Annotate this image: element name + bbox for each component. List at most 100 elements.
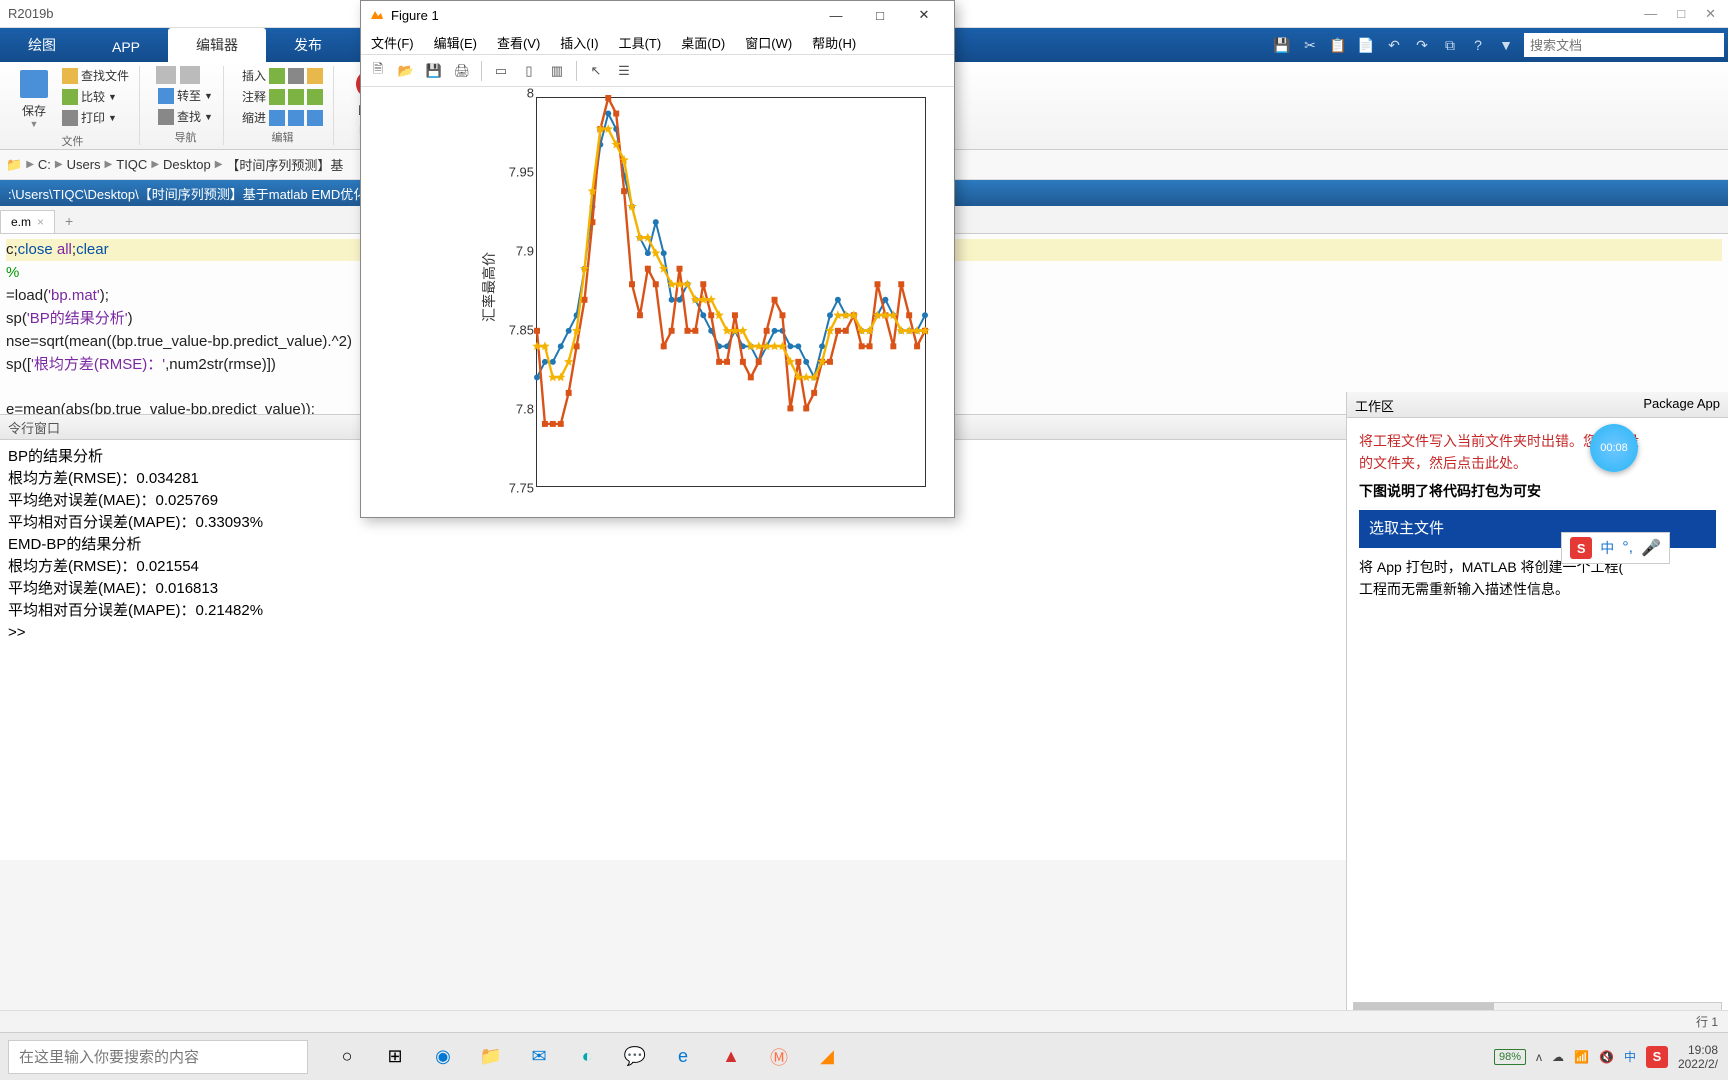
- matlab-task-icon[interactable]: ◢: [812, 1042, 842, 1072]
- redo-icon[interactable]: ↷: [1412, 35, 1432, 55]
- dropdown-icon[interactable]: ▼: [1496, 35, 1516, 55]
- windows-taskbar: 在这里输入你要搜索的内容 ○ ⊞ ◉ 📁 ✉ ◐ 💬 e ▲ Ⓜ ◢ 98% ʌ…: [0, 1032, 1728, 1080]
- group-label: 文件: [62, 133, 84, 149]
- menu-view[interactable]: 查看(V): [487, 29, 550, 54]
- print-figure-icon[interactable]: 🖨: [451, 60, 473, 82]
- volume-icon[interactable]: 🔇: [1599, 1050, 1614, 1064]
- right-pane-tabs: 工作区 Package App: [1347, 392, 1728, 418]
- find-button[interactable]: 查找 ▼: [156, 107, 215, 126]
- cut-icon[interactable]: ✂: [1300, 35, 1320, 55]
- switch-windows-icon[interactable]: ⧉: [1440, 35, 1460, 55]
- status-bar: 行 1: [0, 1010, 1728, 1032]
- close-icon[interactable]: ✕: [1705, 6, 1716, 22]
- tab-package-app[interactable]: Package App: [1643, 396, 1720, 413]
- clock[interactable]: 19:08 2022/2/: [1678, 1043, 1718, 1071]
- path-seg[interactable]: 【时间序列预测】基: [226, 155, 343, 174]
- print-button[interactable]: 打印 ▼: [60, 108, 131, 127]
- ime-sogou-icon[interactable]: S: [1570, 537, 1592, 559]
- path-seg[interactable]: TIQC: [116, 157, 147, 172]
- app-icon-m[interactable]: Ⓜ: [764, 1042, 794, 1072]
- menu-edit[interactable]: 编辑(E): [424, 29, 487, 54]
- figure-titlebar[interactable]: Figure 1 — □ ✕: [361, 1, 954, 29]
- tab-publish[interactable]: 发布: [266, 28, 350, 62]
- section-icon: [307, 68, 323, 84]
- search-docs-input[interactable]: [1524, 33, 1724, 57]
- copy-icon[interactable]: 📋: [1328, 35, 1348, 55]
- menu-file[interactable]: 文件(F): [361, 29, 424, 54]
- file-tab-active[interactable]: e.m ×: [0, 210, 55, 233]
- maximize-icon[interactable]: □: [1677, 6, 1685, 22]
- figure-minimize-button[interactable]: —: [814, 1, 858, 29]
- ime-tray-icon[interactable]: 中: [1624, 1048, 1636, 1065]
- undo-icon[interactable]: ↶: [1384, 35, 1404, 55]
- menu-insert[interactable]: 插入(I): [550, 29, 608, 54]
- cortana-icon[interactable]: ⊞: [380, 1042, 410, 1072]
- app-icon-blue[interactable]: ◐: [572, 1042, 602, 1072]
- tab-app[interactable]: APP: [84, 32, 168, 62]
- new-figure-icon[interactable]: 🗎: [367, 60, 389, 82]
- folder-icon: 📁: [6, 157, 22, 173]
- menu-window[interactable]: 窗口(W): [735, 29, 802, 54]
- figure-axes[interactable]: 汇率最高价 8 7.95 7.9 7.85 7.8 7.75: [361, 87, 954, 517]
- tab-plot[interactable]: 绘图: [0, 28, 84, 62]
- wechat-icon[interactable]: 💬: [620, 1042, 650, 1072]
- path-seg[interactable]: Users: [67, 157, 101, 172]
- app-icon-red[interactable]: ▲: [716, 1042, 746, 1072]
- group-label: 编辑: [271, 129, 293, 145]
- comment-button[interactable]: 注释: [240, 87, 325, 106]
- wifi-icon[interactable]: 📶: [1574, 1050, 1589, 1064]
- task-view-icon[interactable]: ○: [332, 1042, 362, 1072]
- tab-editor[interactable]: 编辑器: [168, 28, 266, 62]
- menu-tools[interactable]: 工具(T): [609, 29, 672, 54]
- findfiles-button[interactable]: 查找文件: [60, 66, 131, 85]
- ime-lang-toggle[interactable]: 中: [1600, 538, 1614, 558]
- insert-button[interactable]: 插入: [240, 66, 325, 85]
- link-icon[interactable]: ▯: [518, 60, 540, 82]
- close-tab-icon[interactable]: ×: [37, 215, 44, 229]
- taskbar-search-input[interactable]: 在这里输入你要搜索的内容: [8, 1040, 308, 1074]
- tray-up-icon[interactable]: ʌ: [1536, 1050, 1542, 1064]
- help-icon[interactable]: ?: [1468, 35, 1488, 55]
- menu-help[interactable]: 帮助(H): [802, 29, 866, 54]
- save-figure-icon[interactable]: 💾: [423, 60, 445, 82]
- ie-icon[interactable]: e: [668, 1042, 698, 1072]
- insert-colorbar-icon[interactable]: ▥: [546, 60, 568, 82]
- add-tab-button[interactable]: +: [55, 209, 83, 233]
- paste-icon[interactable]: 📄: [1356, 35, 1376, 55]
- pointer-icon[interactable]: ↖: [585, 60, 607, 82]
- explorer-icon[interactable]: 📁: [476, 1042, 506, 1072]
- legend-icon[interactable]: ☰: [613, 60, 635, 82]
- path-seg-drive[interactable]: C:: [38, 157, 51, 172]
- goto-button[interactable]: 转至 ▼: [156, 86, 215, 105]
- figure-maximize-button[interactable]: □: [858, 1, 902, 29]
- menu-desktop[interactable]: 桌面(D): [671, 29, 735, 54]
- recording-timer-badge[interactable]: 00:08: [1590, 424, 1638, 472]
- figure-menubar: 文件(F) 编辑(E) 查看(V) 插入(I) 工具(T) 桌面(D) 窗口(W…: [361, 29, 954, 55]
- outdent-icon: [288, 110, 304, 126]
- ime-punct-icon[interactable]: °,: [1622, 539, 1633, 557]
- save-icon[interactable]: 💾: [1272, 35, 1292, 55]
- back-icon[interactable]: [156, 66, 176, 84]
- path-seg[interactable]: Desktop: [163, 157, 211, 172]
- onedrive-icon[interactable]: ☁: [1552, 1050, 1564, 1064]
- mail-icon[interactable]: ✉: [524, 1042, 554, 1072]
- ime-voice-icon[interactable]: 🎤: [1641, 538, 1661, 558]
- figure-title-text: Figure 1: [391, 8, 439, 23]
- forward-icon[interactable]: [180, 66, 200, 84]
- save-button[interactable]: 保存 ▼: [14, 66, 54, 133]
- ime-float-toolbar[interactable]: S 中 °, 🎤: [1561, 532, 1670, 564]
- compare-button[interactable]: 比较 ▼: [60, 87, 131, 106]
- ribbon-group-file: 保存 ▼ 查找文件 比较 ▼ 打印 ▼ 文件: [6, 66, 140, 145]
- indent-button[interactable]: 缩进: [240, 108, 325, 127]
- figure-close-button[interactable]: ✕: [902, 1, 946, 29]
- open-icon[interactable]: 📂: [395, 60, 417, 82]
- smart-indent-icon: [307, 110, 323, 126]
- battery-indicator[interactable]: 98%: [1494, 1049, 1526, 1065]
- edge-icon[interactable]: ◉: [428, 1042, 458, 1072]
- sogou-tray-icon[interactable]: S: [1646, 1046, 1668, 1068]
- tab-workspace[interactable]: 工作区: [1355, 396, 1394, 413]
- edit-plot-icon[interactable]: ▭: [490, 60, 512, 82]
- figure-window[interactable]: Figure 1 — □ ✕ 文件(F) 编辑(E) 查看(V) 插入(I) 工…: [360, 0, 955, 518]
- indent-icon: [269, 110, 285, 126]
- minimize-icon[interactable]: —: [1644, 6, 1657, 22]
